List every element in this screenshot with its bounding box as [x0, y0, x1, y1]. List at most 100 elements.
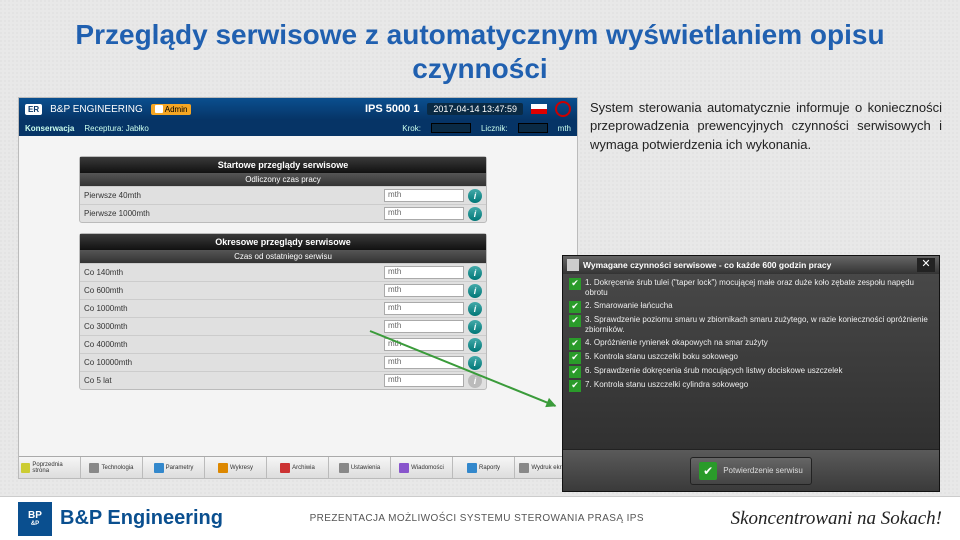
task-checkbox[interactable]: ✔ [569, 278, 581, 290]
row-value[interactable]: mth [384, 266, 464, 279]
toolbar-icon [339, 463, 349, 473]
info-icon[interactable]: i [468, 338, 482, 352]
toolbar-label: Archiwia [292, 465, 315, 471]
task-text: 2. Smarowanie łańcucha [585, 301, 933, 311]
task-row: ✔ 7. Kontrola stanu uszczelki cylindra so… [569, 380, 933, 392]
toolbar-icon [218, 463, 228, 473]
toolbar-label: Ustawienia [351, 465, 380, 471]
task-text: 7. Kontrola stanu uszczelki cylindra sok… [585, 380, 933, 390]
wrench-icon [567, 259, 579, 271]
row-label: Co 10000mth [84, 358, 384, 367]
check-icon: ✔ [699, 462, 717, 480]
task-checkbox[interactable]: ✔ [569, 301, 581, 313]
brand-label: B&P ENGINEERING [50, 104, 143, 115]
toolbar-label: Wykresy [230, 465, 253, 471]
task-checkbox[interactable]: ✔ [569, 338, 581, 350]
slide-footer: BP&P B&P Engineering PREZENTACJA MOŻLIWO… [0, 496, 960, 540]
toolbar-button[interactable]: Parametry [143, 457, 205, 478]
datetime-field: 2017-04-14 13:47:59 [427, 103, 523, 115]
toolbar-button[interactable]: Ustawienia [329, 457, 391, 478]
toolbar-label: Parametry [166, 465, 194, 471]
task-checkbox[interactable]: ✔ [569, 352, 581, 364]
info-icon[interactable]: i [468, 356, 482, 370]
row-value[interactable]: mth [384, 374, 464, 387]
toolbar-button[interactable]: Technologia [81, 457, 143, 478]
breadcrumb-1: Konserwacja [25, 124, 74, 133]
task-text: 5. Kontrola stanu uszczelki boku sokoweg… [585, 352, 933, 362]
service-row: Co 600mthmthi [80, 281, 486, 299]
step-field [431, 123, 471, 133]
toolbar-button[interactable]: Raporty [453, 457, 515, 478]
toolbar-label: Technologia [101, 465, 133, 471]
row-label: Co 1000mth [84, 304, 384, 313]
service-row: Co 1000mthmthi [80, 299, 486, 317]
task-row: ✔ 5. Kontrola stanu uszczelki boku sokowe… [569, 352, 933, 364]
service-row: Co 5 latmthi [80, 371, 486, 389]
row-value[interactable]: mth [384, 302, 464, 315]
footer-logo: BP&P B&P Engineering [18, 502, 223, 536]
info-icon[interactable]: i [468, 284, 482, 298]
row-label: Pierwsze 1000mth [84, 209, 384, 218]
lock-icon [155, 105, 163, 113]
toolbar-button[interactable]: Wiadomości [391, 457, 453, 478]
toolbar-button[interactable]: Archiwia [267, 457, 329, 478]
counter-field [518, 123, 548, 133]
row-value[interactable]: mth [384, 320, 464, 333]
service-row: Pierwsze 1000mthmthi [80, 204, 486, 222]
row-value[interactable]: mth [384, 207, 464, 220]
machine-id: IPS 5000 1 [365, 103, 419, 115]
user-badge[interactable]: Admin [151, 104, 192, 115]
panel1-sub: Odliczony czas pracy [80, 173, 486, 186]
task-checkbox[interactable]: ✔ [569, 366, 581, 378]
row-label: Co 600mth [84, 286, 384, 295]
toolbar-icon [21, 463, 30, 473]
toolbar-label: Poprzednia strona [32, 462, 78, 474]
info-icon[interactable]: i [468, 302, 482, 316]
dialog-header: Wymagane czynności serwisowe - co każde … [563, 256, 939, 274]
toolbar-icon [280, 463, 290, 473]
confirm-label: Potwierdzenie serwisu [723, 466, 803, 475]
toolbar-icon [89, 463, 99, 473]
info-icon[interactable]: i [468, 266, 482, 280]
service-row: Co 140mthmthi [80, 263, 486, 281]
lang-flag-icon[interactable] [531, 104, 547, 114]
panel-startup-service: Startowe przeglądy serwisowe Odliczony c… [79, 156, 487, 223]
task-text: 6. Sprawdzenie dokręcenia śrub mocującyc… [585, 366, 933, 376]
toolbar-icon [519, 463, 529, 473]
task-checkbox[interactable]: ✔ [569, 380, 581, 392]
row-label: Co 140mth [84, 268, 384, 277]
task-row: ✔ 6. Sprawdzenie dokręcenia śrub mocujący… [569, 366, 933, 378]
slide-title: Przeglądy serwisowe z automatycznym wyśw… [0, 0, 960, 97]
task-text: 4. Opróżnienie rynienek okapowych na sma… [585, 338, 933, 348]
footer-tagline: Skoncentrowani na Sokach! [731, 508, 942, 530]
row-label: Pierwsze 40mth [84, 191, 384, 200]
task-checkbox[interactable]: ✔ [569, 315, 581, 327]
row-label: Co 4000mth [84, 340, 384, 349]
hmi-toolbar: Poprzednia strona Technologia Parametry Wyk… [19, 456, 577, 478]
hmi-topbar: ER B&P ENGINEERING Admin IPS 5000 1 2017… [19, 98, 577, 120]
service-row: Co 4000mthmthi [80, 335, 486, 353]
task-row: ✔ 3. Sprawdzenie poziomu smaru w zbiornik… [569, 315, 933, 336]
service-row: Pierwsze 40mthmthi [80, 186, 486, 204]
toolbar-button[interactable]: Wykresy [205, 457, 267, 478]
power-button[interactable] [555, 101, 571, 117]
step-label: Krok: [402, 124, 421, 133]
row-value[interactable]: mth [384, 284, 464, 297]
close-button[interactable]: ✕ [917, 258, 935, 272]
toolbar-icon [399, 463, 409, 473]
hmi-subbar: Konserwacja Receptura: Jabłko Krok: Licz… [19, 120, 577, 136]
info-icon[interactable]: i [468, 207, 482, 221]
service-row: Co 10000mthmthi [80, 353, 486, 371]
row-value[interactable]: mth [384, 189, 464, 202]
logo-square-icon: BP&P [18, 502, 52, 536]
confirm-service-button[interactable]: ✔ Potwierdzenie serwisu [690, 457, 812, 485]
task-text: 3. Sprawdzenie poziomu smaru w zbiornika… [585, 315, 933, 336]
service-dialog: Wymagane czynności serwisowe - co każde … [562, 255, 940, 492]
dialog-title: Wymagane czynności serwisowe - co każde … [583, 260, 917, 270]
info-icon[interactable]: i [468, 320, 482, 334]
info-icon[interactable]: i [468, 189, 482, 203]
task-row: ✔1. Dokręcenie śrub tulei ("taper lock")… [569, 278, 933, 299]
toolbar-button[interactable]: Poprzednia strona [19, 457, 81, 478]
toolbar-label: Wiadomości [411, 465, 444, 471]
unit-label: mth [558, 124, 571, 133]
